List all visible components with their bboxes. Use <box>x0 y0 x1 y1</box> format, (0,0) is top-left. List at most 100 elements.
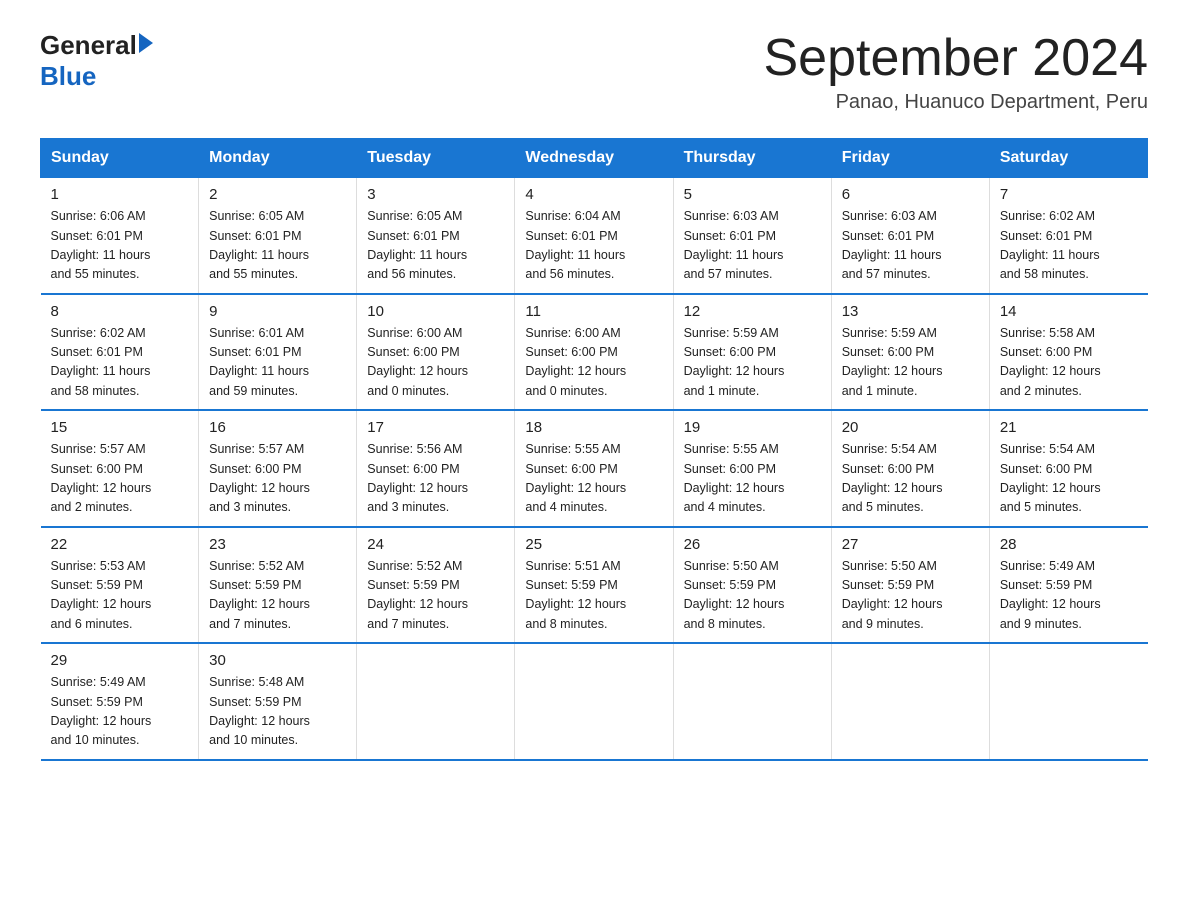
calendar-cell: 19 Sunrise: 5:55 AM Sunset: 6:00 PM Dayli… <box>673 410 831 527</box>
day-number: 25 <box>525 536 662 553</box>
day-info: Sunrise: 6:00 AM Sunset: 6:00 PM Dayligh… <box>525 324 662 402</box>
day-info: Sunrise: 6:02 AM Sunset: 6:01 PM Dayligh… <box>51 324 189 402</box>
calendar-cell: 26Sunrise: 5:50 AM Sunset: 5:59 PM Dayli… <box>673 527 831 644</box>
day-number: 2 <box>209 186 346 203</box>
column-header-friday: Friday <box>831 139 989 178</box>
day-number: 8 <box>51 303 189 320</box>
calendar-cell <box>989 643 1147 760</box>
day-number: 21 <box>1000 419 1138 436</box>
calendar-cell: 11 Sunrise: 6:00 AM Sunset: 6:00 PM Dayli… <box>515 294 673 411</box>
day-info: Sunrise: 5:55 AM Sunset: 6:00 PM Dayligh… <box>525 440 662 518</box>
day-number: 14 <box>1000 303 1138 320</box>
day-number: 4 <box>525 186 662 203</box>
calendar-row-week-2: 8 Sunrise: 6:02 AM Sunset: 6:01 PM Daylig… <box>41 294 1148 411</box>
calendar-cell: 10 Sunrise: 6:00 AM Sunset: 6:00 PM Dayli… <box>357 294 515 411</box>
day-number: 26 <box>684 536 821 553</box>
logo: General Blue <box>40 30 153 92</box>
day-info: Sunrise: 6:05 AM Sunset: 6:01 PM Dayligh… <box>367 207 504 285</box>
calendar-cell: 15 Sunrise: 5:57 AM Sunset: 6:00 PM Dayli… <box>41 410 199 527</box>
calendar-cell: 18 Sunrise: 5:55 AM Sunset: 6:00 PM Dayli… <box>515 410 673 527</box>
calendar-body: 1 Sunrise: 6:06 AM Sunset: 6:01 PM Daylig… <box>41 178 1148 760</box>
month-year-title: September 2024 <box>764 30 1149 87</box>
calendar-cell: 4 Sunrise: 6:04 AM Sunset: 6:01 PM Daylig… <box>515 178 673 294</box>
day-info: Sunrise: 6:03 AM Sunset: 6:01 PM Dayligh… <box>684 207 821 285</box>
day-info: Sunrise: 5:57 AM Sunset: 6:00 PM Dayligh… <box>209 440 346 518</box>
calendar-cell: 2 Sunrise: 6:05 AM Sunset: 6:01 PM Daylig… <box>199 178 357 294</box>
day-info: Sunrise: 5:56 AM Sunset: 6:00 PM Dayligh… <box>367 440 504 518</box>
day-number: 10 <box>367 303 504 320</box>
day-info: Sunrise: 6:01 AM Sunset: 6:01 PM Dayligh… <box>209 324 346 402</box>
day-number: 18 <box>525 419 662 436</box>
calendar-row-week-5: 29 Sunrise: 5:49 AM Sunset: 5:59 PM Dayli… <box>41 643 1148 760</box>
column-header-tuesday: Tuesday <box>357 139 515 178</box>
day-number: 28 <box>1000 536 1138 553</box>
column-header-monday: Monday <box>199 139 357 178</box>
day-number: 1 <box>51 186 189 203</box>
day-info: Sunrise: 5:55 AM Sunset: 6:00 PM Dayligh… <box>684 440 821 518</box>
day-number: 29 <box>51 652 189 669</box>
day-number: 16 <box>209 419 346 436</box>
column-header-sunday: Sunday <box>41 139 199 178</box>
day-number: 24 <box>367 536 504 553</box>
day-number: 30 <box>209 652 346 669</box>
calendar-header: SundayMondayTuesdayWednesdayThursdayFrid… <box>41 139 1148 178</box>
day-number: 3 <box>367 186 504 203</box>
calendar-cell: 21 Sunrise: 5:54 AM Sunset: 6:00 PM Dayli… <box>989 410 1147 527</box>
calendar-cell <box>673 643 831 760</box>
logo-triangle-icon <box>139 33 153 53</box>
calendar-cell: 13Sunrise: 5:59 AM Sunset: 6:00 PM Dayli… <box>831 294 989 411</box>
calendar-cell: 17Sunrise: 5:56 AM Sunset: 6:00 PM Dayli… <box>357 410 515 527</box>
page-header: General Blue September 2024 Panao, Huanu… <box>40 30 1148 114</box>
day-info: Sunrise: 5:59 AM Sunset: 6:00 PM Dayligh… <box>684 324 821 402</box>
day-number: 23 <box>209 536 346 553</box>
calendar-cell: 8 Sunrise: 6:02 AM Sunset: 6:01 PM Daylig… <box>41 294 199 411</box>
day-info: Sunrise: 5:48 AM Sunset: 5:59 PM Dayligh… <box>209 673 346 751</box>
header-row: SundayMondayTuesdayWednesdayThursdayFrid… <box>41 139 1148 178</box>
day-number: 5 <box>684 186 821 203</box>
day-info: Sunrise: 5:52 AM Sunset: 5:59 PM Dayligh… <box>367 557 504 635</box>
day-info: Sunrise: 5:57 AM Sunset: 6:00 PM Dayligh… <box>51 440 189 518</box>
calendar-cell: 12Sunrise: 5:59 AM Sunset: 6:00 PM Dayli… <box>673 294 831 411</box>
day-info: Sunrise: 6:06 AM Sunset: 6:01 PM Dayligh… <box>51 207 189 285</box>
location-subtitle: Panao, Huanuco Department, Peru <box>764 91 1149 114</box>
day-info: Sunrise: 6:05 AM Sunset: 6:01 PM Dayligh… <box>209 207 346 285</box>
day-number: 11 <box>525 303 662 320</box>
calendar-cell: 22Sunrise: 5:53 AM Sunset: 5:59 PM Dayli… <box>41 527 199 644</box>
day-number: 6 <box>842 186 979 203</box>
day-info: Sunrise: 5:54 AM Sunset: 6:00 PM Dayligh… <box>842 440 979 518</box>
day-number: 19 <box>684 419 821 436</box>
day-number: 27 <box>842 536 979 553</box>
day-info: Sunrise: 6:00 AM Sunset: 6:00 PM Dayligh… <box>367 324 504 402</box>
day-info: Sunrise: 5:52 AM Sunset: 5:59 PM Dayligh… <box>209 557 346 635</box>
calendar-cell: 28 Sunrise: 5:49 AM Sunset: 5:59 PM Dayli… <box>989 527 1147 644</box>
day-info: Sunrise: 5:58 AM Sunset: 6:00 PM Dayligh… <box>1000 324 1138 402</box>
column-header-wednesday: Wednesday <box>515 139 673 178</box>
day-number: 13 <box>842 303 979 320</box>
day-number: 15 <box>51 419 189 436</box>
calendar-cell: 14 Sunrise: 5:58 AM Sunset: 6:00 PM Dayli… <box>989 294 1147 411</box>
calendar-cell <box>357 643 515 760</box>
calendar-cell: 23 Sunrise: 5:52 AM Sunset: 5:59 PM Dayli… <box>199 527 357 644</box>
calendar-cell: 29 Sunrise: 5:49 AM Sunset: 5:59 PM Dayli… <box>41 643 199 760</box>
calendar-cell: 6 Sunrise: 6:03 AM Sunset: 6:01 PM Daylig… <box>831 178 989 294</box>
column-header-thursday: Thursday <box>673 139 831 178</box>
day-info: Sunrise: 5:49 AM Sunset: 5:59 PM Dayligh… <box>1000 557 1138 635</box>
calendar-row-week-3: 15 Sunrise: 5:57 AM Sunset: 6:00 PM Dayli… <box>41 410 1148 527</box>
calendar-row-week-4: 22Sunrise: 5:53 AM Sunset: 5:59 PM Dayli… <box>41 527 1148 644</box>
day-info: Sunrise: 5:54 AM Sunset: 6:00 PM Dayligh… <box>1000 440 1138 518</box>
calendar-cell: 30 Sunrise: 5:48 AM Sunset: 5:59 PM Dayli… <box>199 643 357 760</box>
day-info: Sunrise: 5:51 AM Sunset: 5:59 PM Dayligh… <box>525 557 662 635</box>
logo-general-text: General <box>40 30 137 61</box>
calendar-cell <box>831 643 989 760</box>
calendar-cell: 24 Sunrise: 5:52 AM Sunset: 5:59 PM Dayli… <box>357 527 515 644</box>
day-info: Sunrise: 5:50 AM Sunset: 5:59 PM Dayligh… <box>842 557 979 635</box>
column-header-saturday: Saturday <box>989 139 1147 178</box>
calendar-cell: 9Sunrise: 6:01 AM Sunset: 6:01 PM Daylig… <box>199 294 357 411</box>
day-info: Sunrise: 5:49 AM Sunset: 5:59 PM Dayligh… <box>51 673 189 751</box>
calendar-cell: 7Sunrise: 6:02 AM Sunset: 6:01 PM Daylig… <box>989 178 1147 294</box>
calendar-cell: 20Sunrise: 5:54 AM Sunset: 6:00 PM Dayli… <box>831 410 989 527</box>
calendar-table: SundayMondayTuesdayWednesdayThursdayFrid… <box>40 138 1148 761</box>
day-info: Sunrise: 6:03 AM Sunset: 6:01 PM Dayligh… <box>842 207 979 285</box>
day-info: Sunrise: 6:04 AM Sunset: 6:01 PM Dayligh… <box>525 207 662 285</box>
calendar-cell: 5 Sunrise: 6:03 AM Sunset: 6:01 PM Daylig… <box>673 178 831 294</box>
